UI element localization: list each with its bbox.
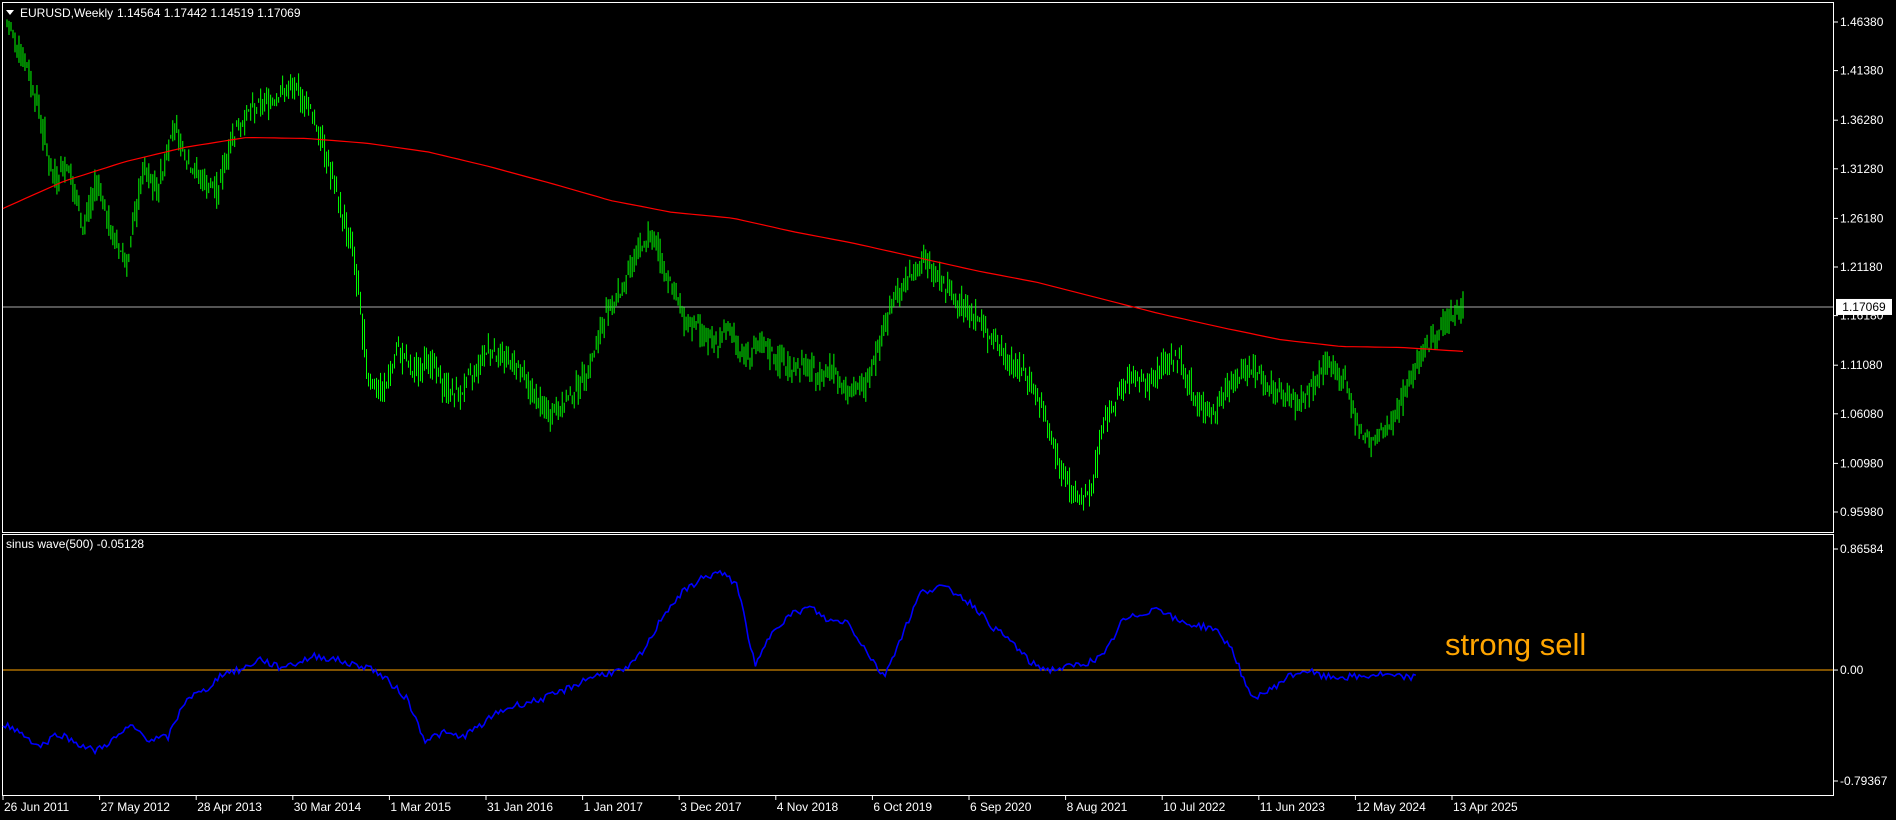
time-tick-label: 10 Jul 2022 [1163, 800, 1225, 814]
time-tick-label: 27 May 2012 [101, 800, 171, 814]
sinus-wave-line [2, 569, 1417, 756]
time-tick-label: 28 Apr 2013 [197, 800, 262, 814]
time-tick-label: 13 Apr 2025 [1453, 800, 1518, 814]
strong-sell-annotation: strong sell [1445, 627, 1586, 662]
indicator-tick-label: 0.00 [1840, 663, 1864, 677]
time-tick-label: 6 Sep 2020 [970, 800, 1032, 814]
indicator-tick-label: -0.79367 [1840, 774, 1888, 788]
chart-window[interactable]: EURUSD,Weekly 1.14564 1.17442 1.14519 1.… [0, 0, 1896, 820]
indicator-tick-label: 0.86584 [1840, 542, 1884, 556]
current-price-label: 1.17069 [1842, 300, 1886, 314]
price-candles [6, 19, 1464, 511]
price-tick-label: 1.11080 [1840, 358, 1883, 372]
time-tick-label: 8 Aug 2021 [1067, 800, 1128, 814]
price-tick-label: 1.41380 [1840, 64, 1884, 78]
price-tick-label: 1.31280 [1840, 162, 1884, 176]
price-tick-label: 1.26180 [1840, 211, 1884, 225]
time-tick-label: 12 May 2024 [1356, 800, 1426, 814]
price-axis: 1.46380 1.41380 1.36280 1.31280 1.26180 1.211… [1833, 15, 1884, 519]
time-tick-label: 30 Mar 2014 [294, 800, 362, 814]
time-tick-label: 11 Jun 2023 [1260, 800, 1325, 814]
triangle-down-icon[interactable] [6, 10, 14, 15]
time-tick-label: 1 Jan 2017 [584, 800, 644, 814]
time-tick-label: 1 Mar 2015 [390, 800, 451, 814]
indicator-axis: 0.86584 0.00 -0.79367 [1833, 542, 1888, 788]
price-tick-label: 1.21180 [1840, 260, 1883, 274]
time-tick-label: 31 Jan 2016 [487, 800, 553, 814]
moving-average-line [2, 136, 1464, 352]
time-tick-label: 3 Dec 2017 [680, 800, 742, 814]
price-panel[interactable] [2, 19, 1833, 511]
time-tick-label: 6 Oct 2019 [873, 800, 932, 814]
indicator-label: sinus wave(500) -0.05128 [6, 537, 144, 551]
price-tick-label: 1.06080 [1840, 407, 1884, 421]
price-tick-label: 1.36280 [1840, 113, 1884, 127]
time-axis: 26 Jun 2011 27 May 2012 28 Apr 2013 30 Mar … [2, 796, 1518, 814]
ohlc-values: 1.14564 1.17442 1.14519 1.17069 [117, 6, 301, 20]
time-tick-label: 4 Nov 2018 [777, 800, 839, 814]
time-tick-label: 26 Jun 2011 [4, 800, 69, 814]
price-tick-label: 1.00980 [1840, 456, 1884, 470]
price-tick-label: 0.95980 [1840, 505, 1884, 519]
symbol-label: EURUSD,Weekly [20, 6, 113, 20]
indicator-panel[interactable] [2, 569, 1833, 756]
price-tick-label: 1.46380 [1840, 15, 1884, 29]
